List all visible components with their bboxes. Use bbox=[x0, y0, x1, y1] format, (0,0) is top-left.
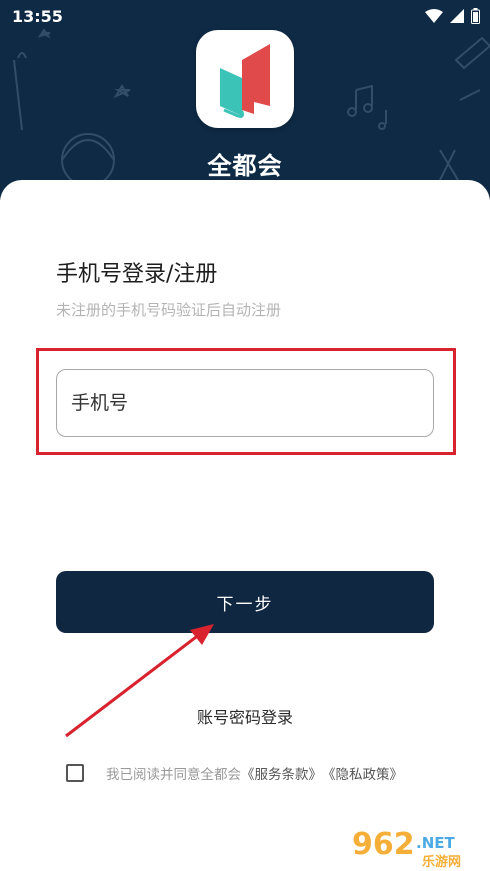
app-name: 全都会 bbox=[207, 152, 283, 180]
privacy-link[interactable]: 《隐私政策》 bbox=[322, 763, 403, 783]
agree-checkbox[interactable] bbox=[66, 764, 84, 782]
signal-icon bbox=[450, 9, 464, 23]
watermark-logo: 962 .NET 乐游网 bbox=[352, 827, 461, 868]
login-subtitle: 未注册的手机号码验证后自动注册 bbox=[56, 301, 282, 319]
watermark-net: .NET bbox=[416, 834, 455, 852]
status-bar: 13:55 bbox=[0, 0, 490, 32]
status-time: 13:55 bbox=[12, 6, 63, 26]
book-logo-icon bbox=[220, 44, 270, 118]
status-icons bbox=[425, 8, 480, 24]
password-login-link[interactable]: 账号密码登录 bbox=[0, 704, 490, 728]
next-button[interactable]: 下一步 bbox=[56, 571, 434, 633]
app-logo bbox=[196, 30, 294, 128]
wifi-icon bbox=[425, 9, 443, 23]
phone-input[interactable] bbox=[56, 369, 434, 437]
agreement-text: 我已阅读并同意全都会 bbox=[106, 767, 241, 783]
battery-icon bbox=[471, 8, 480, 24]
terms-link[interactable]: 《服务条款》 bbox=[241, 763, 322, 783]
watermark-sub: 乐游网 bbox=[422, 854, 461, 868]
login-title: 手机号登录/注册 bbox=[56, 262, 218, 287]
watermark-brand: 962 bbox=[352, 827, 415, 862]
agreement-row: 我已阅读并同意全都会 《服务条款》 《隐私政策》 bbox=[66, 763, 403, 783]
